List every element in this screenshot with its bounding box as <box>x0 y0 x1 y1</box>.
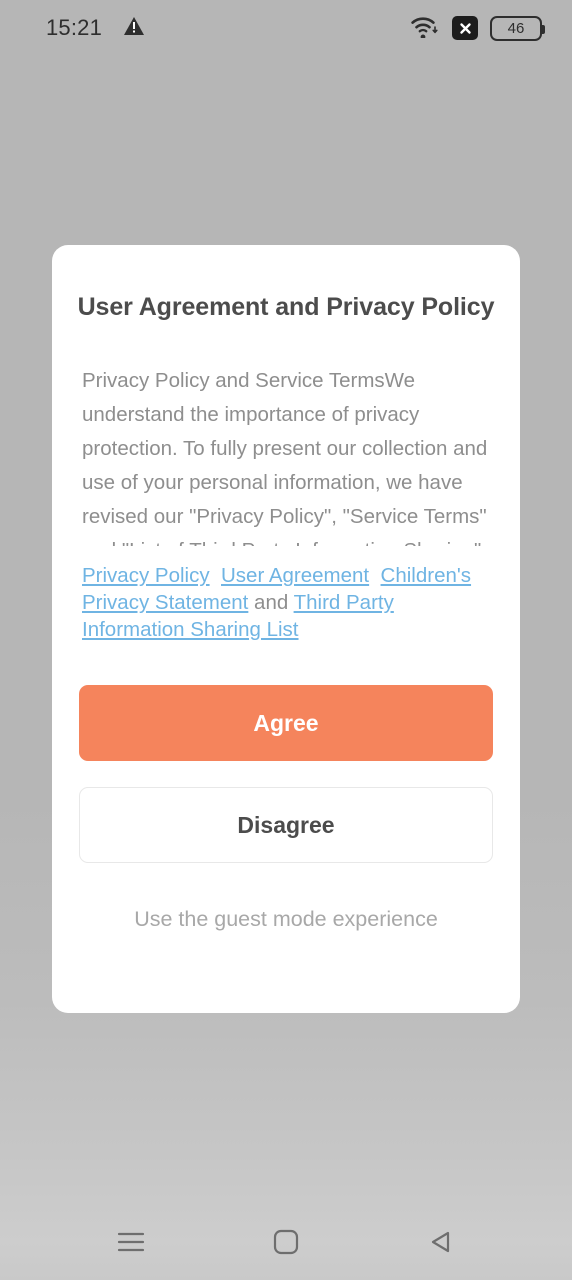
menu-hamburger-icon[interactable] <box>98 1216 164 1268</box>
link-user-agreement[interactable]: User Agreement <box>221 564 369 587</box>
agree-button[interactable]: Agree <box>79 685 493 761</box>
dialog-title: User Agreement and Privacy Policy <box>77 293 495 321</box>
status-bar: 15:21 46 <box>0 0 572 56</box>
disagree-button[interactable]: Disagree <box>79 787 493 863</box>
link-spacer <box>210 564 221 587</box>
links-conjunction: and <box>254 591 289 614</box>
link-privacy-policy[interactable]: Privacy Policy <box>82 564 210 587</box>
warning-triangle-icon <box>124 16 145 40</box>
dialog-body-text: Privacy Policy and Service TermsWe under… <box>82 369 488 546</box>
battery-level-label: 46 <box>507 19 525 37</box>
android-navigation-bar <box>0 1204 572 1280</box>
guest-mode-link[interactable]: Use the guest mode experience <box>77 907 495 932</box>
status-bar-right: 46 <box>410 14 545 43</box>
dialog-links: Privacy Policy User Agreement Children's… <box>77 562 495 643</box>
status-bar-clock: 15:21 <box>46 15 103 40</box>
dialog-actions: Agree Disagree <box>77 685 495 863</box>
back-triangle-icon[interactable] <box>408 1216 474 1268</box>
battery-indicator: 46 <box>490 15 545 41</box>
close-x-badge-icon <box>452 16 478 40</box>
home-square-icon[interactable] <box>253 1216 319 1268</box>
link-spacer <box>369 564 380 587</box>
status-bar-left: 15:21 <box>46 15 145 41</box>
wifi-icon <box>410 14 440 43</box>
privacy-policy-dialog: User Agreement and Privacy Policy Privac… <box>52 245 520 1013</box>
